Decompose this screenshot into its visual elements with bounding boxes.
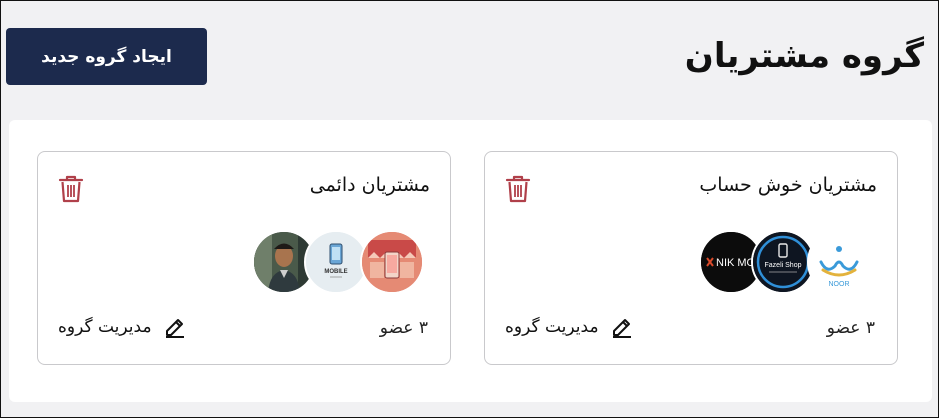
avatar-shop-phone xyxy=(360,230,424,294)
manage-group-link[interactable]: مدیریت گروه xyxy=(505,316,633,338)
trash-icon[interactable] xyxy=(58,174,84,204)
member-count: ۳ عضو xyxy=(826,318,875,338)
avatar-stack: MOBILE xyxy=(252,230,432,296)
app-frame: گروه مشتریان ایجاد گروه جدید مشتریان خوش… xyxy=(0,0,939,418)
avatar-text: MOBILE xyxy=(324,269,347,275)
pencil-icon xyxy=(612,319,631,338)
member-count: ۳ عضو xyxy=(379,318,428,338)
manage-group-link[interactable]: مدیریت گروه xyxy=(58,316,186,338)
manage-group-label: مدیریت گروه xyxy=(58,317,152,337)
avatar-text: Fazeli Shop xyxy=(765,262,802,269)
avatar-noor: NOOR xyxy=(807,230,871,294)
group-name: مشتریان خوش حساب xyxy=(699,174,877,196)
trash-icon[interactable] xyxy=(505,174,531,204)
avatar-stack: NIK MO Fazeli Shop NOOR xyxy=(699,230,879,296)
pencil-icon xyxy=(165,319,184,338)
avatar-text: NIK MO xyxy=(716,257,756,269)
avatar-text: NOOR xyxy=(829,281,850,288)
group-card-regulars: مشتریان دائمی MOBILE ۳ عضو مدیریت گروه xyxy=(37,151,451,365)
avatar-fazeli-shop: Fazeli Shop xyxy=(751,230,815,294)
page-title: گروه مشتریان xyxy=(684,36,924,76)
manage-group-label: مدیریت گروه xyxy=(505,317,599,337)
group-card-good-payers: مشتریان خوش حساب NIK MO Fazeli Shop NOOR… xyxy=(484,151,898,365)
create-group-button[interactable]: ایجاد گروه جدید xyxy=(6,28,207,85)
group-name: مشتریان دائمی xyxy=(309,174,430,196)
avatar-mobile-store: MOBILE xyxy=(304,230,368,294)
groups-panel: مشتریان خوش حساب NIK MO Fazeli Shop NOOR… xyxy=(9,120,932,402)
